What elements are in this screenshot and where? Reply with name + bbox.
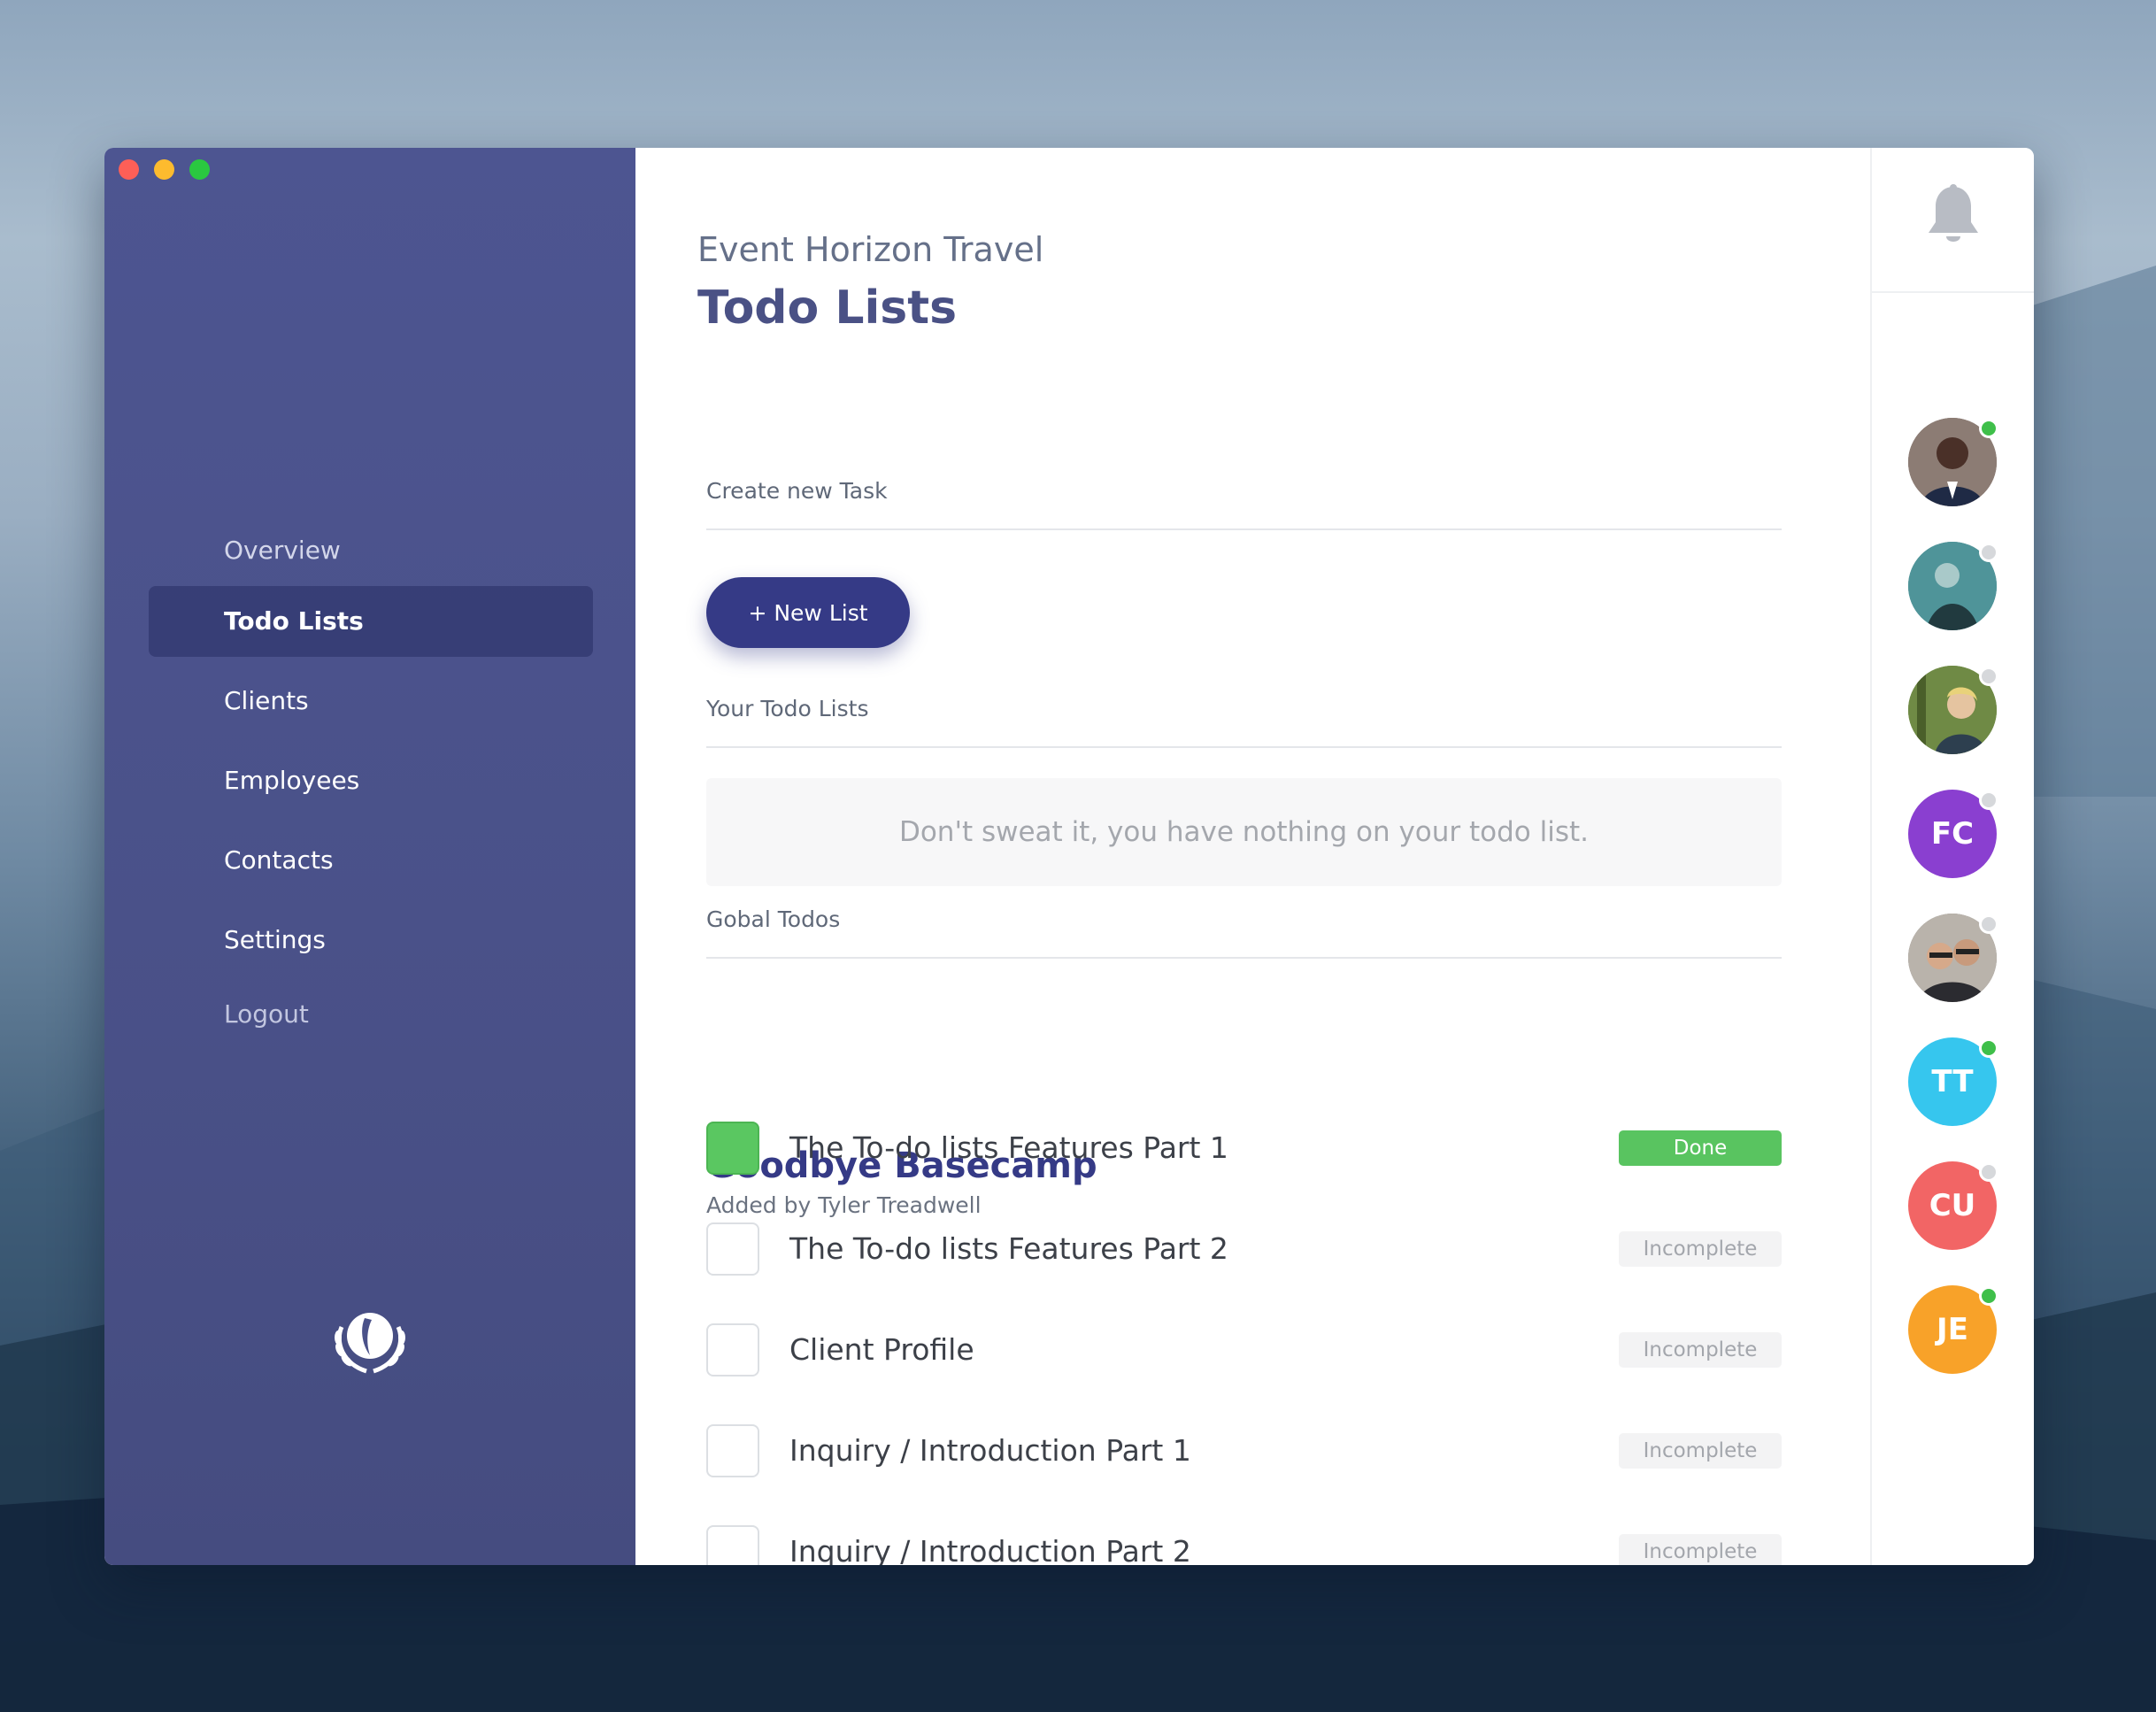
sidebar-item-employees[interactable]: Employees [149, 745, 593, 816]
status-badge: Done [1619, 1130, 1782, 1166]
status-badge: Incomplete [1619, 1534, 1782, 1565]
window-maximize-button[interactable] [189, 159, 210, 180]
sidebar-nav: Overview Todo Lists Clients Employees Co… [149, 515, 593, 1059]
divider [706, 528, 1782, 530]
company-name: Event Horizon Travel [697, 230, 1044, 269]
status-offline-indicator [1979, 543, 1998, 562]
status-offline-indicator [1979, 790, 1998, 810]
status-offline-indicator [1979, 667, 1998, 686]
your-todo-lists-label: Your Todo Lists [706, 696, 869, 721]
status-offline-indicator [1979, 914, 1998, 934]
empty-state-message: Don't sweat it, you have nothing on your… [706, 778, 1782, 886]
notifications-area [1872, 148, 2034, 293]
divider [706, 957, 1782, 959]
sidebar-item-contacts[interactable]: Contacts [149, 825, 593, 896]
todo-item-text[interactable]: Client Profile [789, 1332, 974, 1367]
todo-item: The To-do lists Features Part 1 Done [706, 1122, 1782, 1178]
todo-checkbox[interactable] [706, 1222, 759, 1276]
status-online-indicator [1979, 1038, 1998, 1058]
todo-checkbox[interactable] [706, 1424, 759, 1477]
todo-checkbox[interactable] [706, 1525, 759, 1565]
sidebar-item-settings[interactable]: Settings [149, 905, 593, 976]
team-panel: FC TT CU JE [1870, 148, 2034, 1565]
todo-checkbox[interactable] [706, 1122, 759, 1175]
divider [706, 746, 1782, 748]
todo-item-text[interactable]: Inquiry / Introduction Part 1 [789, 1433, 1191, 1468]
status-badge: Incomplete [1619, 1231, 1782, 1267]
window-close-button[interactable] [119, 159, 139, 180]
sidebar-item-overview[interactable]: Overview [149, 515, 593, 586]
todo-item: Inquiry / Introduction Part 1 Incomplete [706, 1424, 1782, 1481]
todo-item: The To-do lists Features Part 2 Incomple… [706, 1222, 1782, 1279]
todo-item-text[interactable]: The To-do lists Features Part 1 [789, 1130, 1228, 1165]
sidebar-item-todo-lists[interactable]: Todo Lists [149, 586, 593, 657]
sidebar: Overview Todo Lists Clients Employees Co… [104, 148, 635, 1565]
todo-item: Client Profile Incomplete [706, 1323, 1782, 1380]
laurel-wreath-logo-icon [335, 1313, 405, 1374]
status-badge: Incomplete [1619, 1433, 1782, 1469]
todo-item: Inquiry / Introduction Part 2 Incomplete [706, 1525, 1782, 1565]
sidebar-item-clients[interactable]: Clients [149, 666, 593, 736]
bell-icon[interactable] [1925, 183, 1982, 249]
global-todos-label: Gobal Todos [706, 906, 841, 932]
status-badge: Incomplete [1619, 1332, 1782, 1368]
new-list-button[interactable]: + New List [706, 577, 910, 648]
create-task-label: Create new Task [706, 478, 888, 504]
page-title: Todo Lists [697, 281, 958, 335]
todo-list-author: Added by Tyler Treadwell [706, 1192, 982, 1218]
todo-item-text[interactable]: Inquiry / Introduction Part 2 [789, 1534, 1191, 1565]
main-content: Event Horizon Travel Todo Lists Create n… [635, 148, 1870, 1565]
app-window: Overview Todo Lists Clients Employees Co… [104, 148, 2034, 1565]
todo-item-text[interactable]: The To-do lists Features Part 2 [789, 1231, 1228, 1266]
status-offline-indicator [1979, 1162, 1998, 1182]
todo-checkbox[interactable] [706, 1323, 759, 1377]
window-minimize-button[interactable] [154, 159, 174, 180]
sidebar-item-logout[interactable]: Logout [149, 979, 593, 1050]
status-online-indicator [1979, 1286, 1998, 1306]
status-online-indicator [1979, 419, 1998, 438]
